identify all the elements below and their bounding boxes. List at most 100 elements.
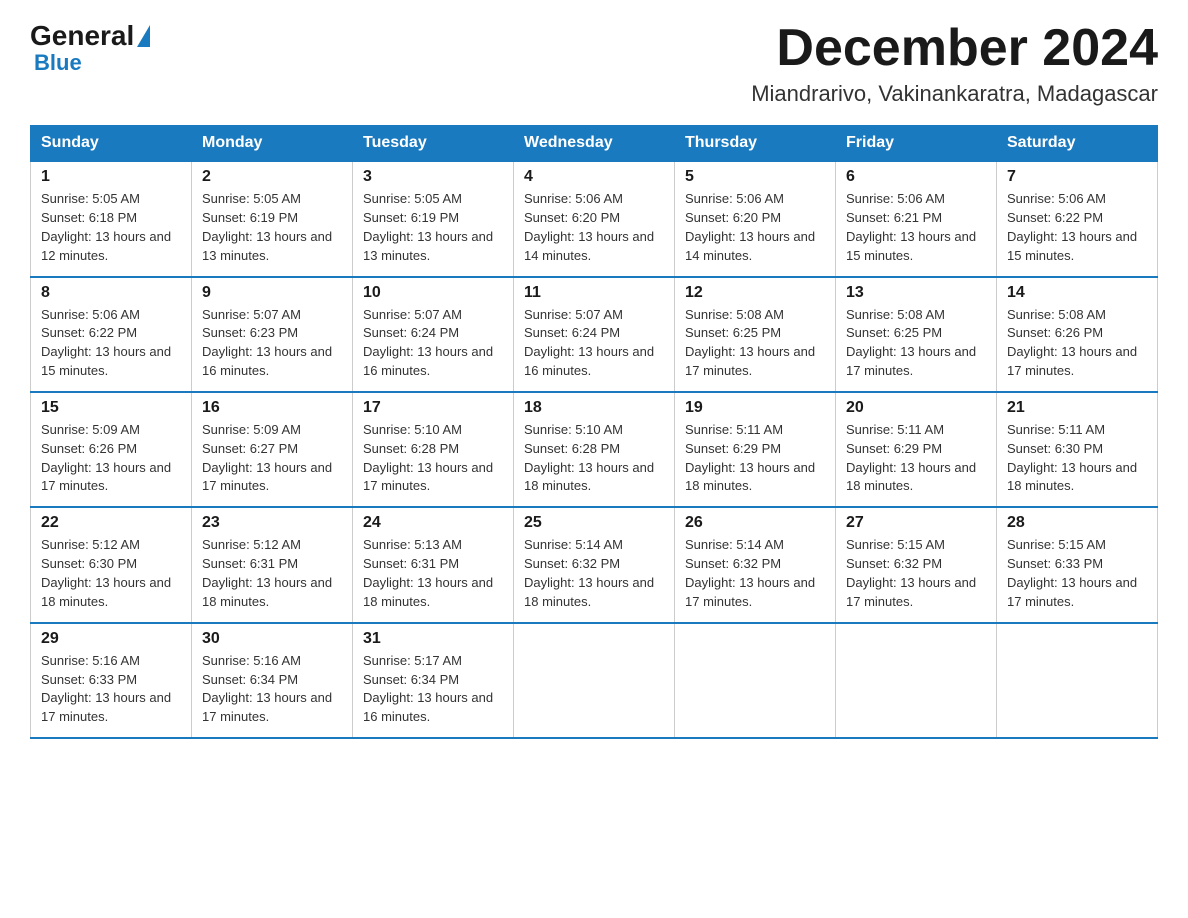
calendar-day-cell <box>997 623 1158 738</box>
day-info: Sunrise: 5:16 AMSunset: 6:33 PMDaylight:… <box>41 653 171 725</box>
header-tuesday: Tuesday <box>353 126 514 162</box>
day-number: 28 <box>1007 514 1147 532</box>
calendar-day-cell: 12 Sunrise: 5:08 AMSunset: 6:25 PMDaylig… <box>675 277 836 392</box>
header-wednesday: Wednesday <box>514 126 675 162</box>
day-info: Sunrise: 5:07 AMSunset: 6:24 PMDaylight:… <box>524 307 654 379</box>
header-saturday: Saturday <box>997 126 1158 162</box>
calendar-day-cell: 4 Sunrise: 5:06 AMSunset: 6:20 PMDayligh… <box>514 161 675 276</box>
calendar-day-cell: 25 Sunrise: 5:14 AMSunset: 6:32 PMDaylig… <box>514 507 675 622</box>
day-info: Sunrise: 5:06 AMSunset: 6:20 PMDaylight:… <box>524 191 654 263</box>
day-number: 10 <box>363 284 503 302</box>
day-info: Sunrise: 5:06 AMSunset: 6:21 PMDaylight:… <box>846 191 976 263</box>
day-info: Sunrise: 5:13 AMSunset: 6:31 PMDaylight:… <box>363 537 493 609</box>
calendar-day-cell: 6 Sunrise: 5:06 AMSunset: 6:21 PMDayligh… <box>836 161 997 276</box>
logo: General <box>30 20 151 52</box>
title-area: December 2024 Miandrarivo, Vakinankaratr… <box>751 20 1158 107</box>
day-number: 16 <box>202 399 342 417</box>
calendar-body: 1 Sunrise: 5:05 AMSunset: 6:18 PMDayligh… <box>31 161 1158 738</box>
calendar-week-row: 29 Sunrise: 5:16 AMSunset: 6:33 PMDaylig… <box>31 623 1158 738</box>
calendar-week-row: 1 Sunrise: 5:05 AMSunset: 6:18 PMDayligh… <box>31 161 1158 276</box>
day-number: 7 <box>1007 168 1147 186</box>
logo-general-text: General <box>30 20 134 52</box>
day-info: Sunrise: 5:12 AMSunset: 6:30 PMDaylight:… <box>41 537 171 609</box>
day-info: Sunrise: 5:06 AMSunset: 6:22 PMDaylight:… <box>41 307 171 379</box>
calendar-week-row: 15 Sunrise: 5:09 AMSunset: 6:26 PMDaylig… <box>31 392 1158 507</box>
day-info: Sunrise: 5:08 AMSunset: 6:25 PMDaylight:… <box>685 307 815 379</box>
day-number: 6 <box>846 168 986 186</box>
day-number: 26 <box>685 514 825 532</box>
logo-blue-label: Blue <box>34 50 82 75</box>
day-number: 31 <box>363 630 503 648</box>
day-info: Sunrise: 5:14 AMSunset: 6:32 PMDaylight:… <box>685 537 815 609</box>
header-friday: Friday <box>836 126 997 162</box>
calendar-day-cell: 1 Sunrise: 5:05 AMSunset: 6:18 PMDayligh… <box>31 161 192 276</box>
calendar-day-cell: 19 Sunrise: 5:11 AMSunset: 6:29 PMDaylig… <box>675 392 836 507</box>
day-number: 19 <box>685 399 825 417</box>
day-info: Sunrise: 5:08 AMSunset: 6:25 PMDaylight:… <box>846 307 976 379</box>
calendar-day-cell: 29 Sunrise: 5:16 AMSunset: 6:33 PMDaylig… <box>31 623 192 738</box>
calendar-day-cell <box>836 623 997 738</box>
day-info: Sunrise: 5:14 AMSunset: 6:32 PMDaylight:… <box>524 537 654 609</box>
day-number: 17 <box>363 399 503 417</box>
location-title: Miandrarivo, Vakinankaratra, Madagascar <box>751 81 1158 107</box>
calendar-day-cell: 27 Sunrise: 5:15 AMSunset: 6:32 PMDaylig… <box>836 507 997 622</box>
day-number: 11 <box>524 284 664 302</box>
calendar-day-cell: 14 Sunrise: 5:08 AMSunset: 6:26 PMDaylig… <box>997 277 1158 392</box>
day-number: 29 <box>41 630 181 648</box>
day-info: Sunrise: 5:09 AMSunset: 6:27 PMDaylight:… <box>202 422 332 494</box>
calendar-week-row: 22 Sunrise: 5:12 AMSunset: 6:30 PMDaylig… <box>31 507 1158 622</box>
calendar-day-cell: 23 Sunrise: 5:12 AMSunset: 6:31 PMDaylig… <box>192 507 353 622</box>
calendar-day-cell: 2 Sunrise: 5:05 AMSunset: 6:19 PMDayligh… <box>192 161 353 276</box>
calendar-day-cell: 13 Sunrise: 5:08 AMSunset: 6:25 PMDaylig… <box>836 277 997 392</box>
calendar-day-cell: 7 Sunrise: 5:06 AMSunset: 6:22 PMDayligh… <box>997 161 1158 276</box>
calendar-day-cell: 5 Sunrise: 5:06 AMSunset: 6:20 PMDayligh… <box>675 161 836 276</box>
day-number: 13 <box>846 284 986 302</box>
day-number: 23 <box>202 514 342 532</box>
day-number: 5 <box>685 168 825 186</box>
day-info: Sunrise: 5:05 AMSunset: 6:18 PMDaylight:… <box>41 191 171 263</box>
calendar-day-cell: 24 Sunrise: 5:13 AMSunset: 6:31 PMDaylig… <box>353 507 514 622</box>
calendar-table: Sunday Monday Tuesday Wednesday Thursday… <box>30 125 1158 739</box>
day-info: Sunrise: 5:11 AMSunset: 6:30 PMDaylight:… <box>1007 422 1137 494</box>
day-info: Sunrise: 5:11 AMSunset: 6:29 PMDaylight:… <box>846 422 976 494</box>
calendar-day-cell: 3 Sunrise: 5:05 AMSunset: 6:19 PMDayligh… <box>353 161 514 276</box>
day-info: Sunrise: 5:07 AMSunset: 6:23 PMDaylight:… <box>202 307 332 379</box>
day-info: Sunrise: 5:05 AMSunset: 6:19 PMDaylight:… <box>202 191 332 263</box>
day-info: Sunrise: 5:06 AMSunset: 6:22 PMDaylight:… <box>1007 191 1137 263</box>
day-number: 27 <box>846 514 986 532</box>
day-info: Sunrise: 5:15 AMSunset: 6:33 PMDaylight:… <box>1007 537 1137 609</box>
day-number: 18 <box>524 399 664 417</box>
day-info: Sunrise: 5:17 AMSunset: 6:34 PMDaylight:… <box>363 653 493 725</box>
calendar-day-cell: 20 Sunrise: 5:11 AMSunset: 6:29 PMDaylig… <box>836 392 997 507</box>
calendar-day-cell: 18 Sunrise: 5:10 AMSunset: 6:28 PMDaylig… <box>514 392 675 507</box>
day-number: 22 <box>41 514 181 532</box>
header-row: Sunday Monday Tuesday Wednesday Thursday… <box>31 126 1158 162</box>
day-info: Sunrise: 5:16 AMSunset: 6:34 PMDaylight:… <box>202 653 332 725</box>
day-number: 21 <box>1007 399 1147 417</box>
calendar-day-cell: 26 Sunrise: 5:14 AMSunset: 6:32 PMDaylig… <box>675 507 836 622</box>
calendar-day-cell: 10 Sunrise: 5:07 AMSunset: 6:24 PMDaylig… <box>353 277 514 392</box>
day-number: 14 <box>1007 284 1147 302</box>
day-number: 2 <box>202 168 342 186</box>
calendar-day-cell <box>514 623 675 738</box>
day-number: 9 <box>202 284 342 302</box>
logo-area: General Blue <box>30 20 151 76</box>
day-number: 12 <box>685 284 825 302</box>
day-number: 30 <box>202 630 342 648</box>
day-info: Sunrise: 5:15 AMSunset: 6:32 PMDaylight:… <box>846 537 976 609</box>
header-thursday: Thursday <box>675 126 836 162</box>
calendar-day-cell: 28 Sunrise: 5:15 AMSunset: 6:33 PMDaylig… <box>997 507 1158 622</box>
day-number: 20 <box>846 399 986 417</box>
calendar-day-cell: 17 Sunrise: 5:10 AMSunset: 6:28 PMDaylig… <box>353 392 514 507</box>
logo-triangle-icon <box>137 25 150 47</box>
day-info: Sunrise: 5:09 AMSunset: 6:26 PMDaylight:… <box>41 422 171 494</box>
day-info: Sunrise: 5:06 AMSunset: 6:20 PMDaylight:… <box>685 191 815 263</box>
calendar-day-cell: 22 Sunrise: 5:12 AMSunset: 6:30 PMDaylig… <box>31 507 192 622</box>
calendar-day-cell: 9 Sunrise: 5:07 AMSunset: 6:23 PMDayligh… <box>192 277 353 392</box>
day-number: 1 <box>41 168 181 186</box>
calendar-header: Sunday Monday Tuesday Wednesday Thursday… <box>31 126 1158 162</box>
calendar-day-cell: 8 Sunrise: 5:06 AMSunset: 6:22 PMDayligh… <box>31 277 192 392</box>
day-number: 24 <box>363 514 503 532</box>
calendar-day-cell: 15 Sunrise: 5:09 AMSunset: 6:26 PMDaylig… <box>31 392 192 507</box>
day-info: Sunrise: 5:05 AMSunset: 6:19 PMDaylight:… <box>363 191 493 263</box>
